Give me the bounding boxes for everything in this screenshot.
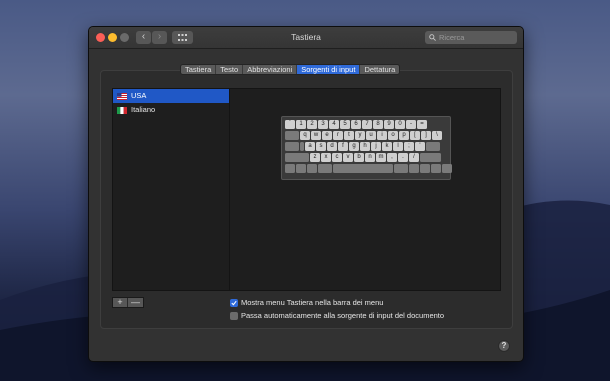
- key-ctrl: [296, 164, 306, 173]
- titlebar: ‹ › Tastiera: [89, 27, 523, 49]
- tab-sorgenti-di-input[interactable]: Sorgenti di input: [297, 65, 361, 74]
- key: ;: [404, 142, 414, 151]
- key: \: [432, 131, 442, 140]
- key: d: [327, 142, 337, 151]
- remove-input-source-button[interactable]: —: [128, 298, 143, 307]
- key-arrow-right: [442, 164, 452, 173]
- input-sources-list[interactable]: USA Italiano: [112, 88, 230, 291]
- tab-tastiera[interactable]: Tastiera: [181, 65, 217, 74]
- key: `: [285, 120, 295, 129]
- key: t: [344, 131, 354, 140]
- key: w: [311, 131, 321, 140]
- key: h: [360, 142, 370, 151]
- key: c: [332, 153, 342, 162]
- key: 3: [318, 120, 328, 129]
- show-menu-checkbox[interactable]: [230, 299, 238, 307]
- key: b: [354, 153, 364, 162]
- key: 6: [351, 120, 361, 129]
- key: f: [338, 142, 348, 151]
- key: g: [349, 142, 359, 151]
- key-arrows: [431, 164, 441, 173]
- key-row-bottom: z x c v b n m , . /: [285, 153, 441, 162]
- key: =: [417, 120, 427, 129]
- show-menu-label: Mostra menu Tastiera nella barra dei men…: [241, 298, 384, 307]
- list-item-italiano[interactable]: Italiano: [113, 103, 229, 117]
- keyboard-layout-preview: ` 1 2 3 4 5 6 7 8 9 0 - = q w e r t y u …: [230, 88, 501, 291]
- input-sources-panel: USA Italiano ` 1 2 3 4 5 6 7 8 9 0 - = q…: [100, 70, 513, 329]
- key-alt: [307, 164, 317, 173]
- key: u: [366, 131, 376, 140]
- key-alt-right: [409, 164, 419, 173]
- key-shift-left: [285, 153, 309, 162]
- italy-flag-icon: [117, 106, 127, 114]
- key-row-top: q w e r t y u i o p [ ] \: [285, 131, 442, 140]
- add-input-source-button[interactable]: +: [113, 298, 128, 307]
- key: p: [399, 131, 409, 140]
- key-arrow-left: [420, 164, 430, 173]
- auto-switch-label: Passa automaticamente alla sorgente di i…: [241, 311, 445, 320]
- key: 2: [307, 120, 317, 129]
- key: 8: [373, 120, 383, 129]
- list-add-remove-controls: + —: [112, 297, 144, 308]
- key: m: [376, 153, 386, 162]
- key: o: [388, 131, 398, 140]
- key: ': [415, 142, 425, 151]
- key-caps-ext: [300, 142, 304, 151]
- auto-switch-checkbox[interactable]: [230, 312, 238, 320]
- key: a: [305, 142, 315, 151]
- search-input[interactable]: [439, 32, 513, 43]
- key: 4: [329, 120, 339, 129]
- keyboard-preview: ` 1 2 3 4 5 6 7 8 9 0 - = q w e r t y u …: [281, 116, 452, 180]
- key: l: [393, 142, 403, 151]
- tab-bar: Tastiera Testo Abbreviazioni Sorgenti di…: [180, 64, 401, 75]
- key: r: [333, 131, 343, 140]
- tab-abbreviazioni[interactable]: Abbreviazioni: [243, 65, 298, 74]
- search-icon: [429, 34, 436, 41]
- key: s: [316, 142, 326, 151]
- key-cmd-right: [394, 164, 408, 173]
- key-return: [426, 142, 440, 151]
- key: 5: [340, 120, 350, 129]
- key: ]: [421, 131, 431, 140]
- key: q: [300, 131, 310, 140]
- key-tab: [285, 131, 299, 140]
- key-shift-right: [420, 153, 441, 162]
- key: e: [322, 131, 332, 140]
- key: j: [371, 142, 381, 151]
- us-flag-icon: [117, 92, 127, 100]
- key: i: [377, 131, 387, 140]
- key-caps: [285, 142, 299, 151]
- list-item-label: Italiano: [131, 105, 156, 114]
- key: 0: [395, 120, 405, 129]
- tab-testo[interactable]: Testo: [216, 65, 244, 74]
- key: 9: [384, 120, 394, 129]
- checkmark-icon: [231, 300, 237, 306]
- key: .: [398, 153, 408, 162]
- key: y: [355, 131, 365, 140]
- key: 1: [296, 120, 306, 129]
- key: ,: [387, 153, 397, 162]
- key-cmd-left: [318, 164, 332, 173]
- search-field[interactable]: [425, 31, 517, 44]
- key: x: [321, 153, 331, 162]
- list-item-usa[interactable]: USA: [113, 89, 229, 103]
- key-space: [333, 164, 393, 173]
- key-row-home: a s d f g h j k l ; ': [285, 142, 440, 151]
- help-button[interactable]: ?: [498, 340, 510, 352]
- key: n: [365, 153, 375, 162]
- keyboard-preferences-window: ‹ › Tastiera Ricerca USA Italiano ` 1 2 …: [88, 26, 524, 362]
- key: v: [343, 153, 353, 162]
- key-row-numbers: ` 1 2 3 4 5 6 7 8 9 0 - =: [285, 120, 427, 129]
- key-row-modifiers: [285, 164, 452, 173]
- key: [: [410, 131, 420, 140]
- key: k: [382, 142, 392, 151]
- key-fn: [285, 164, 295, 173]
- key: z: [310, 153, 320, 162]
- key: 7: [362, 120, 372, 129]
- key: -: [406, 120, 416, 129]
- key: /: [409, 153, 419, 162]
- list-item-label: USA: [131, 91, 147, 100]
- tab-dettatura[interactable]: Dettatura: [360, 65, 399, 74]
